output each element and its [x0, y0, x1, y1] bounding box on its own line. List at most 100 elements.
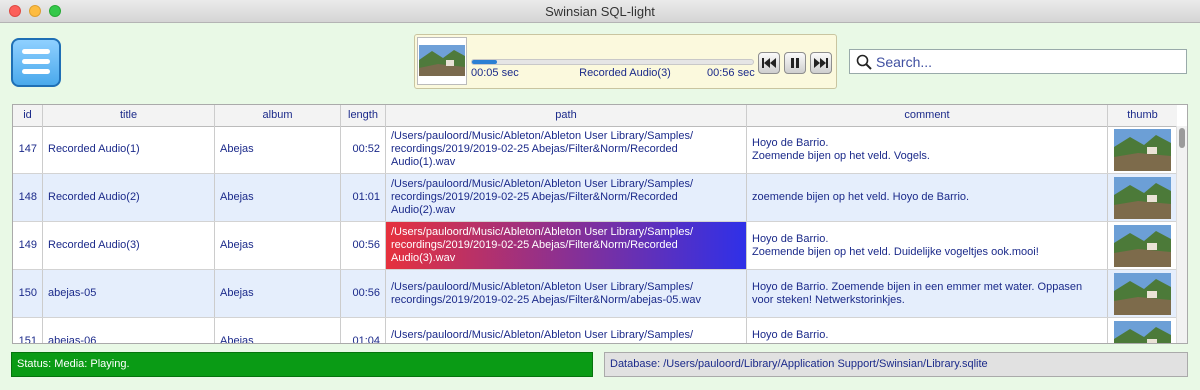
thumbnail-image [1114, 320, 1171, 343]
previous-button[interactable] [758, 52, 780, 74]
cell-path: /Users/pauloord/Music/Ableton/Ableton Us… [386, 126, 747, 173]
cell-path: /Users/pauloord/Music/Ableton/Ableton Us… [386, 174, 747, 221]
cell-length: 01:04 [341, 318, 386, 344]
cell-album-text: Abejas [220, 239, 254, 251]
cell-album: Abejas [215, 222, 341, 269]
table-row[interactable]: 150 abejas-05 Abejas 00:56/Users/pauloord/M… [13, 270, 1177, 318]
cell-album-text: Abejas [220, 287, 254, 299]
cell-path-text: /Users/pauloord/Music/Ableton/Ableton Us… [391, 226, 694, 264]
column-header-path[interactable]: path [386, 105, 747, 126]
database-path: Database: /Users/pauloord/Library/Applic… [604, 352, 1188, 377]
search-icon [856, 54, 872, 70]
search-input[interactable] [876, 54, 1176, 70]
cell-path-text: /Users/pauloord/Music/Ableton/Ableton Us… [391, 130, 694, 168]
now-playing-thumbnail [417, 37, 467, 85]
time-total: 00:56 sec [707, 67, 755, 79]
cell-path: /Users/pauloord/Music/Ableton/Ableton Us… [386, 318, 747, 344]
vertical-scrollbar[interactable] [1176, 126, 1187, 343]
cell-title-text: abejas-05 [48, 287, 97, 299]
cell-title: Recorded Audio(3) [43, 222, 215, 269]
title-bar: Swinsian SQL-light [0, 0, 1200, 23]
cell-title-text: Recorded Audio(1) [48, 143, 140, 155]
cell-path-text: /Users/pauloord/Music/Ableton/Ableton Us… [391, 178, 694, 216]
skip-back-icon [762, 58, 776, 68]
cell-thumb [1108, 126, 1177, 173]
cell-comment-text: Hoyo de Barrio. Zoemende bijen op het ve… [752, 232, 1039, 258]
cell-album-text: Abejas [220, 143, 254, 155]
cell-path: /Users/pauloord/Music/Ableton/Ableton Us… [386, 222, 747, 269]
cell-comment-text: Hoyo de Barrio. Zoemende bijen in een em… [752, 328, 1099, 344]
cell-title-text: Recorded Audio(2) [48, 191, 140, 203]
table-header: id title album length path comment thumb [13, 105, 1177, 127]
cell-title: Recorded Audio(2) [43, 174, 215, 221]
cell-comment: Hoyo de Barrio. Zoemende bijen in een em… [747, 270, 1108, 317]
window-title: Swinsian SQL-light [545, 4, 655, 19]
cell-length-text: 01:01 [352, 191, 380, 203]
column-header-thumb[interactable]: thumb [1108, 105, 1177, 126]
cell-comment: Hoyo de Barrio. Zoemende bijen in een em… [747, 318, 1108, 344]
cell-path: /Users/pauloord/Music/Ableton/Ableton Us… [386, 270, 747, 317]
cell-length: 00:56 [341, 270, 386, 317]
cell-comment: Hoyo de Barrio. Zoemende bijen op het ve… [747, 222, 1108, 269]
column-header-length[interactable]: length [341, 105, 386, 126]
next-button[interactable] [810, 52, 832, 74]
cell-comment-text: zoemende bijen op het veld. Hoyo de Barr… [752, 191, 970, 203]
status-bar: Status: Media: Playing. [11, 352, 593, 377]
column-header-id[interactable]: id [13, 105, 43, 126]
table-row[interactable]: 148 Recorded Audio(2) Abejas 01:01/Users/pa… [13, 174, 1177, 222]
now-playing-title: Recorded Audio(3) [579, 67, 671, 79]
cell-id: 150 [13, 270, 43, 317]
column-header-title[interactable]: title [43, 105, 215, 126]
cell-id: 149 [13, 222, 43, 269]
cell-length-text: 00:56 [352, 287, 380, 299]
table-body: 147 Recorded Audio(1) Abejas 00:52/Users/pa… [13, 126, 1177, 344]
cell-length-text: 01:04 [352, 335, 380, 344]
menu-icon [22, 49, 50, 54]
cell-album: Abejas [215, 174, 341, 221]
cell-comment: Hoyo de Barrio. Zoemende bijen op het ve… [747, 126, 1108, 173]
column-header-comment[interactable]: comment [747, 105, 1108, 126]
cell-path-text: /Users/pauloord/Music/Ableton/Ableton Us… [391, 328, 701, 344]
progress-bar[interactable] [471, 59, 754, 65]
search-box [849, 49, 1187, 74]
table-row[interactable]: 149 Recorded Audio(3) Abejas 00:56/Users/pa… [13, 222, 1177, 270]
cell-length-text: 00:52 [352, 143, 380, 155]
pause-icon [791, 58, 799, 68]
menu-button[interactable] [11, 38, 61, 87]
cell-title-text: abejas-06 [48, 335, 97, 344]
scrollbar-thumb[interactable] [1179, 128, 1185, 148]
cell-comment-text: Hoyo de Barrio. Zoemende bijen op het ve… [752, 136, 930, 162]
cell-id-text: 148 [18, 191, 37, 203]
pause-button[interactable] [784, 52, 806, 74]
thumbnail-image [1114, 128, 1171, 171]
cell-title: Recorded Audio(1) [43, 126, 215, 173]
cell-id-text: 151 [18, 335, 37, 344]
cell-title: abejas-05 [43, 270, 215, 317]
cell-album: Abejas [215, 126, 341, 173]
skip-forward-icon [814, 58, 828, 68]
cell-title: abejas-06 [43, 318, 215, 344]
table-row[interactable]: 147 Recorded Audio(1) Abejas 00:52/Users/pa… [13, 126, 1177, 174]
cell-album: Abejas [215, 318, 341, 344]
cell-id: 148 [13, 174, 43, 221]
cell-id-text: 147 [18, 143, 37, 155]
cell-thumb [1108, 222, 1177, 269]
column-header-album[interactable]: album [215, 105, 341, 126]
cell-thumb [1108, 270, 1177, 317]
progress-fill [472, 60, 498, 64]
cell-comment: zoemende bijen op het veld. Hoyo de Barr… [747, 174, 1108, 221]
cell-album-text: Abejas [220, 191, 254, 203]
cell-length: 00:52 [341, 126, 386, 173]
cell-id: 147 [13, 126, 43, 173]
cell-length: 00:56 [341, 222, 386, 269]
cell-length: 01:01 [341, 174, 386, 221]
thumbnail-image [1114, 272, 1171, 315]
tracks-table: id title album length path comment thumb… [12, 104, 1188, 344]
cell-id-text: 149 [18, 239, 37, 251]
cell-title-text: Recorded Audio(3) [48, 239, 140, 251]
table-row[interactable]: 151 abejas-06 Abejas 01:04/Users/pauloord/M… [13, 318, 1177, 344]
cell-path-text: /Users/pauloord/Music/Ableton/Ableton Us… [391, 280, 702, 306]
cell-album-text: Abejas [220, 335, 254, 344]
cell-length-text: 00:56 [352, 239, 380, 251]
thumbnail-image [1114, 224, 1171, 267]
